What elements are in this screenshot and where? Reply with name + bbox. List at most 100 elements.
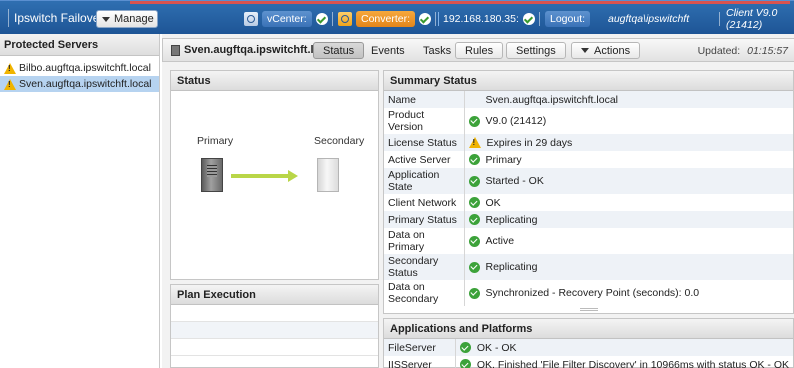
tab-events[interactable]: Events <box>361 42 415 59</box>
table-row: Active Server Primary <box>384 151 793 168</box>
applications-panel: Applications and Platforms FileServer OK … <box>383 318 794 368</box>
row-value-cell: Replicating <box>464 254 793 280</box>
row-value-cell: OK <box>464 194 793 211</box>
table-row: Name Sven.augftqa.ipswitchft.local <box>384 91 793 108</box>
row-value-cell: Active <box>464 228 793 254</box>
table-row: Client Network OK <box>384 194 793 211</box>
logout-label: Logout: <box>545 11 591 27</box>
divider <box>8 9 9 27</box>
row-value-cell: V9.0 (21412) <box>464 108 793 134</box>
table-row: Product Version V9.0 (21412) <box>384 108 793 134</box>
row-value: V9.0 (21412) <box>485 115 547 127</box>
user-name: augftqa\ipswitchft <box>608 13 690 25</box>
check-icon <box>468 214 480 225</box>
row-value: OK, Finished 'File Filter Discovery' in … <box>476 358 789 368</box>
logout-link[interactable]: Logout: <box>545 10 591 28</box>
table-row: Secondary Status Replicating <box>384 254 793 280</box>
chevron-down-icon <box>581 48 589 53</box>
divider <box>331 12 333 26</box>
alert-strip <box>130 1 790 4</box>
server-title: Sven.augftqa.ipswitchft.local <box>171 44 336 56</box>
list-item <box>171 305 378 322</box>
check-icon <box>315 13 328 25</box>
check-icon <box>468 115 480 127</box>
panel-title: Protected Servers <box>0 34 159 56</box>
row-value: Active <box>485 235 515 247</box>
secondary-server-icon <box>317 158 339 192</box>
row-key: Client Network <box>384 194 465 211</box>
server-icon <box>171 44 180 56</box>
check-icon <box>468 287 480 299</box>
divider <box>719 10 720 28</box>
secondary-label: Secondary <box>314 135 365 147</box>
manage-button[interactable]: Manage <box>96 10 158 28</box>
row-value: Synchronized - Recovery Point (seconds):… <box>485 287 700 299</box>
primary-label: Primary <box>197 135 234 147</box>
row-value: OK <box>485 196 501 209</box>
check-icon <box>468 154 480 165</box>
top-bar: Ipswitch Failover Manage vCenter: Conver… <box>0 0 794 34</box>
list-item <box>171 322 378 339</box>
app-title: Ipswitch Failover <box>14 11 104 25</box>
actions-button[interactable]: Actions <box>571 42 641 59</box>
row-value-cell: Expires in 29 days <box>464 134 793 151</box>
row-key: Data on Secondary <box>384 280 465 306</box>
search-icon <box>338 12 352 26</box>
applications-table: FileServer OK - OK IISServer OK, Finished '… <box>384 339 793 368</box>
row-key: Secondary Status <box>384 254 465 280</box>
row-key: Primary Status <box>384 211 465 228</box>
table-row: Data on Secondary Synchronized - Recovery… <box>384 280 793 306</box>
tab-rules[interactable]: Rules <box>455 42 504 59</box>
check-icon <box>459 359 471 368</box>
row-key: Name <box>384 91 465 108</box>
tab-settings[interactable]: Settings <box>506 42 566 59</box>
chevron-down-icon <box>102 16 110 22</box>
table-row: Primary Status Replicating <box>384 211 793 228</box>
protected-servers-panel: Protected Servers Bilbo.augftqa.ipswitch… <box>0 34 160 368</box>
row-value-cell: Primary <box>464 151 793 168</box>
converter-status[interactable]: Converter: <box>338 10 437 28</box>
table-row: IISServer OK, Finished 'File Filter Disco… <box>384 356 793 368</box>
vcenter-label: vCenter: <box>262 11 312 27</box>
arrow-head-icon <box>288 170 298 182</box>
warning-icon <box>4 62 16 74</box>
server-toolbar: Sven.augftqa.ipswitchft.local Status Eve… <box>162 38 794 62</box>
plan-execution-title: Plan Execution <box>171 285 378 305</box>
row-value: Replicating <box>485 261 538 273</box>
ip-label: 192.168.180.35: <box>443 13 519 25</box>
ip-status[interactable]: 192.168.180.35: <box>438 10 540 28</box>
main-area: Sven.augftqa.ipswitchft.local Status Eve… <box>162 34 794 368</box>
status-panel: Status Primary Secondary <box>170 70 379 280</box>
row-key: Active Server <box>384 151 465 168</box>
row-value-cell: Started - OK <box>464 168 793 194</box>
row-value: Primary <box>485 153 522 166</box>
vcenter-status[interactable]: vCenter: <box>244 10 333 28</box>
server-item-sven[interactable]: Sven.augftqa.ipswitchft.local <box>0 76 159 92</box>
client-version: Client V9.0 (21412) <box>726 7 778 31</box>
tab-tasks[interactable]: Tasks <box>413 42 461 59</box>
resize-handle[interactable] <box>579 308 598 311</box>
divider <box>538 12 540 26</box>
row-value: Replicating <box>485 213 538 226</box>
row-value: Started - OK <box>485 175 544 187</box>
converter-label: Converter: <box>356 11 416 27</box>
summary-status-title: Summary Status <box>384 71 793 91</box>
row-value: Sven.augftqa.ipswitchft.local <box>485 93 619 106</box>
row-value-cell: Replicating <box>464 211 793 228</box>
plan-execution-panel: Plan Execution <box>170 284 379 368</box>
tab-status[interactable]: Status <box>313 42 365 59</box>
list-item <box>171 339 378 356</box>
table-row: Application State Started - OK <box>384 168 793 194</box>
warning-icon <box>468 137 481 148</box>
row-key: IISServer <box>384 356 456 368</box>
status-panel-title: Status <box>171 71 378 91</box>
table-row: Data on Primary Active <box>384 228 793 254</box>
row-value-cell: OK - OK <box>455 339 793 356</box>
server-item-bilbo[interactable]: Bilbo.augftqa.ipswitchft.local <box>0 60 159 76</box>
row-value-cell: OK, Finished 'File Filter Discovery' in … <box>455 356 793 368</box>
network-icon <box>438 12 439 26</box>
row-key: Application State <box>384 168 465 194</box>
updated-time: Updated: 01:15:57 <box>697 45 788 57</box>
replication-arrow <box>231 174 289 178</box>
